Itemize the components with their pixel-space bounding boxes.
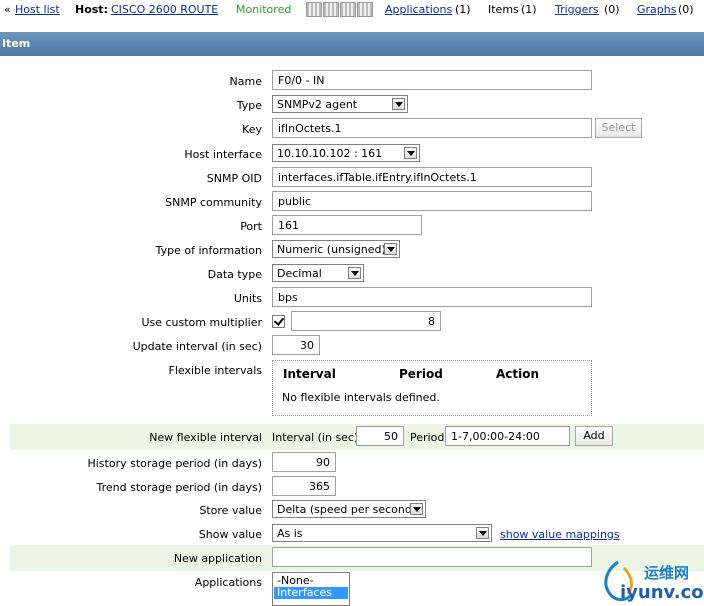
ipmi-icon bbox=[357, 2, 373, 17]
show-value-label: Show value bbox=[198, 528, 262, 541]
new-flex-interval-input[interactable] bbox=[356, 426, 404, 446]
chevron-down-icon bbox=[348, 267, 361, 279]
host-list-link[interactable]: Host list bbox=[15, 3, 60, 16]
flex-col-action: Action bbox=[496, 367, 540, 381]
units-label: Units bbox=[233, 292, 262, 305]
graphs-link[interactable]: Graphs bbox=[637, 3, 676, 16]
show-value-mappings-link[interactable]: show value mappings bbox=[500, 528, 620, 541]
select-key-button[interactable]: Select bbox=[595, 118, 642, 138]
new-application-input[interactable] bbox=[272, 547, 592, 567]
type-select[interactable]: SNMPv2 agent bbox=[272, 95, 408, 113]
applications-label: Applications bbox=[194, 576, 262, 589]
name-label: Name bbox=[229, 75, 262, 88]
host-interface-select[interactable]: 10.10.10.102 : 161 bbox=[272, 144, 420, 162]
chevron-down-icon bbox=[404, 147, 417, 159]
snmp-community-label: SNMP community bbox=[165, 196, 262, 209]
port-label: Port bbox=[240, 220, 262, 233]
data-type-selected: Decimal bbox=[277, 267, 322, 280]
host-interface-selected: 10.10.10.102 : 161 bbox=[277, 147, 383, 160]
items-tab: Items bbox=[488, 3, 519, 16]
new-flex-interval-caption: Interval (in sec) bbox=[272, 431, 359, 444]
trend-label: Trend storage period (in days) bbox=[96, 481, 263, 494]
chevron-down-icon bbox=[392, 98, 405, 110]
section-header: Item bbox=[0, 32, 704, 56]
type-of-information-label: Type of information bbox=[155, 244, 262, 257]
chevron-down-icon bbox=[384, 243, 397, 255]
custom-multiplier-checkbox[interactable] bbox=[272, 315, 285, 328]
items-count: (1) bbox=[521, 3, 537, 16]
snmp-community-input[interactable] bbox=[272, 191, 592, 211]
applications-count: (1) bbox=[455, 3, 471, 16]
history-label: History storage period (in days) bbox=[87, 457, 262, 470]
snmp-oid-label: SNMP OID bbox=[206, 172, 262, 185]
key-input[interactable] bbox=[272, 118, 592, 138]
new-flexible-interval-label: New flexible interval bbox=[149, 431, 262, 444]
add-flex-interval-button[interactable]: Add bbox=[575, 426, 613, 446]
multiplier-input[interactable] bbox=[291, 311, 441, 331]
triggers-link[interactable]: Triggers bbox=[555, 3, 599, 16]
data-type-select[interactable]: Decimal bbox=[272, 264, 364, 282]
back-arrow-icon: « bbox=[4, 3, 11, 16]
watermark-en-text: iyunv.com bbox=[620, 582, 704, 603]
type-of-information-selected: Numeric (unsigned) bbox=[277, 243, 386, 256]
graphs-count: (0) bbox=[678, 3, 694, 16]
new-flex-period-input[interactable] bbox=[445, 426, 570, 446]
key-label: Key bbox=[242, 123, 262, 136]
flexible-intervals-table: Interval Period Action No flexible inter… bbox=[272, 360, 592, 416]
zabbix-agent-icon bbox=[306, 2, 322, 17]
units-input[interactable] bbox=[272, 287, 592, 307]
type-selected: SNMPv2 agent bbox=[277, 98, 358, 111]
store-value-select[interactable]: Delta (speed per second) bbox=[272, 500, 426, 518]
update-interval-label: Update interval (in sec) bbox=[132, 340, 262, 353]
host-name-link[interactable]: CISCO 2600 ROUTE bbox=[111, 3, 218, 16]
custom-multiplier-label: Use custom multiplier bbox=[141, 316, 262, 329]
trend-input[interactable] bbox=[272, 476, 336, 496]
new-application-label: New application bbox=[173, 552, 262, 565]
application-option-interfaces[interactable]: Interfaces bbox=[274, 587, 348, 599]
jmx-icon bbox=[340, 2, 356, 17]
availability-icons bbox=[306, 2, 373, 17]
host-interface-label: Host interface bbox=[184, 148, 262, 161]
flex-empty-message: No flexible intervals defined. bbox=[282, 391, 440, 404]
chevron-down-icon bbox=[410, 503, 423, 515]
update-interval-input[interactable] bbox=[272, 335, 320, 355]
host-label: Host: bbox=[75, 3, 108, 16]
applications-listbox[interactable]: -None- Interfaces bbox=[272, 572, 350, 606]
show-value-selected: As is bbox=[277, 527, 303, 540]
host-status: Monitored bbox=[236, 3, 292, 16]
flexible-intervals-label: Flexible intervals bbox=[168, 364, 263, 377]
new-flex-period-caption: Period bbox=[410, 431, 445, 444]
watermark-cn-text: 运维网 bbox=[644, 564, 690, 582]
flex-col-period: Period bbox=[399, 367, 443, 381]
section-title: Item bbox=[2, 37, 31, 50]
show-value-select[interactable]: As is bbox=[272, 524, 492, 542]
chevron-down-icon bbox=[476, 527, 489, 539]
port-input[interactable] bbox=[272, 215, 422, 235]
applications-link[interactable]: Applications bbox=[385, 3, 452, 16]
name-input[interactable] bbox=[272, 70, 592, 90]
history-input[interactable] bbox=[272, 452, 336, 472]
top-navigation: « Host list Host: CISCO 2600 ROUTE Monit… bbox=[0, 0, 704, 20]
snmp-oid-input[interactable] bbox=[272, 167, 592, 187]
store-value-selected: Delta (speed per second) bbox=[277, 503, 417, 516]
triggers-count: (0) bbox=[604, 3, 620, 16]
flex-col-interval: Interval bbox=[283, 367, 336, 381]
type-label: Type bbox=[236, 99, 262, 112]
snmp-icon bbox=[323, 2, 339, 17]
store-value-label: Store value bbox=[199, 504, 262, 517]
type-of-information-select[interactable]: Numeric (unsigned) bbox=[272, 240, 400, 258]
data-type-label: Data type bbox=[207, 268, 262, 281]
site-watermark: 运维网 iyunv.com bbox=[598, 558, 704, 606]
